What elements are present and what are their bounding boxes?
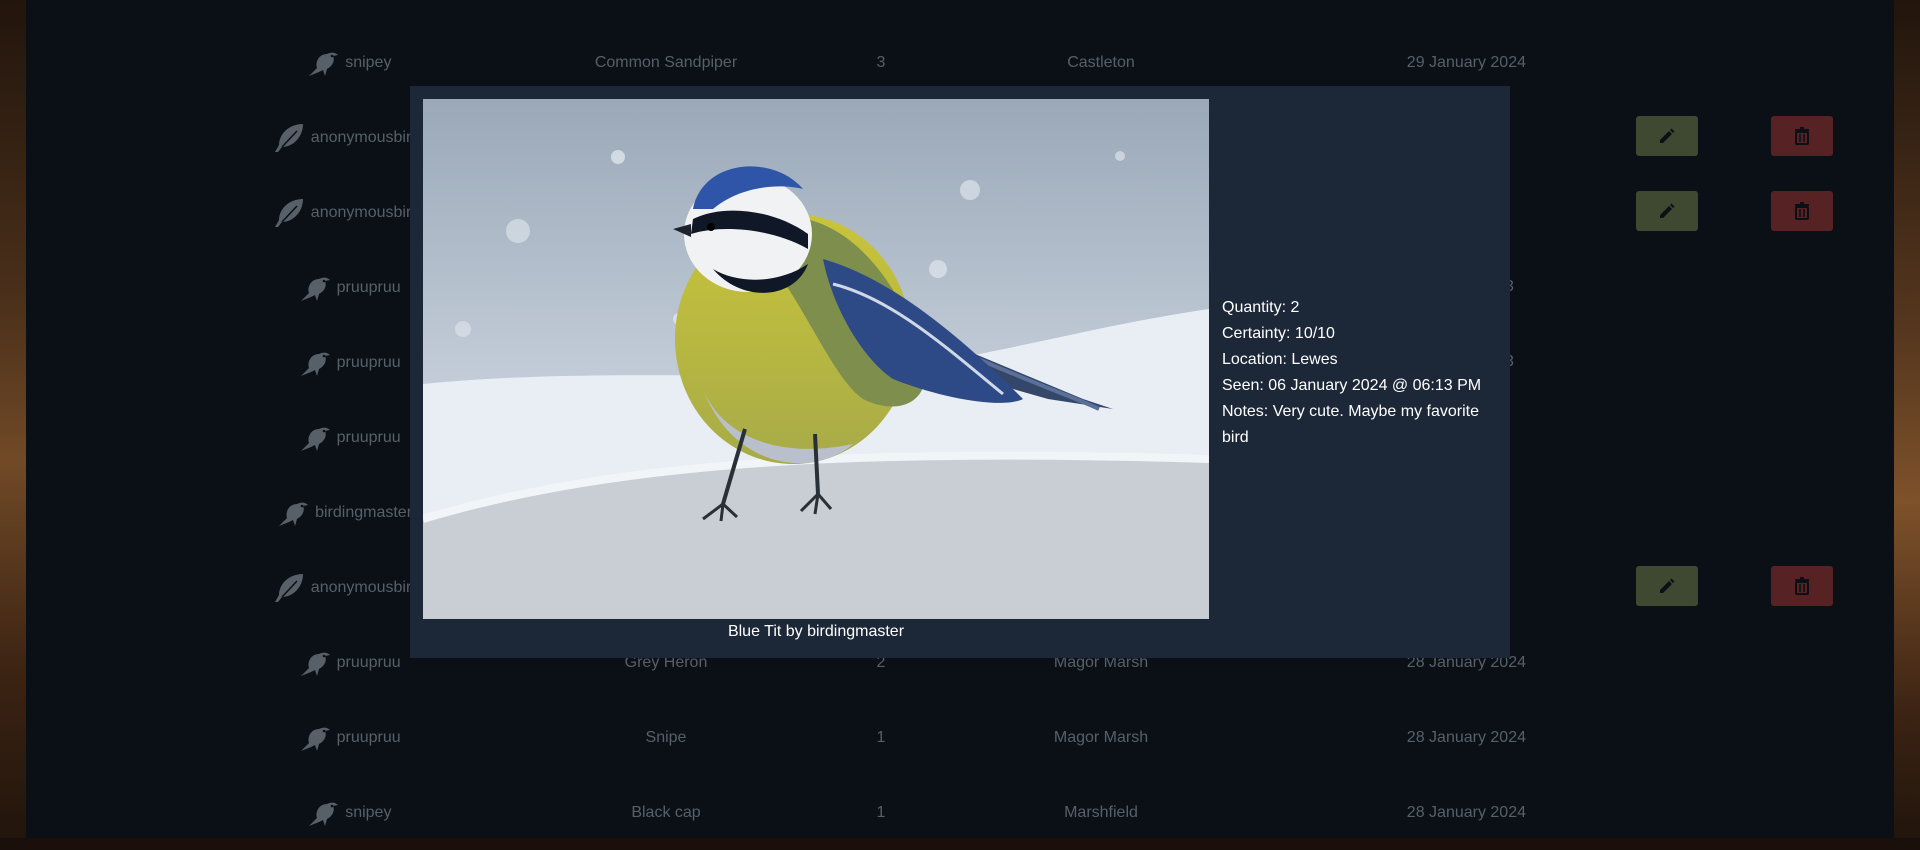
detail-quantity: Quantity: 2	[1222, 299, 1300, 316]
sighting-modal: Blue Tit by birdingmaster Quantity: 2 Ce…	[410, 86, 1510, 658]
detail-notes: Notes: Very cute. Maybe my favorite bird	[1222, 403, 1479, 446]
photo-caption: Blue Tit by birdingmaster	[727, 623, 905, 640]
detail-location: Location: Lewes	[1222, 351, 1338, 368]
sighting-details: Quantity: 2 Certainty: 10/10 Location: L…	[1222, 295, 1492, 451]
detail-certainty: Certainty: 10/10	[1222, 325, 1335, 342]
detail-seen: Seen: 06 January 2024 @ 06:13 PM	[1222, 377, 1482, 394]
bird-photo	[423, 99, 1209, 619]
